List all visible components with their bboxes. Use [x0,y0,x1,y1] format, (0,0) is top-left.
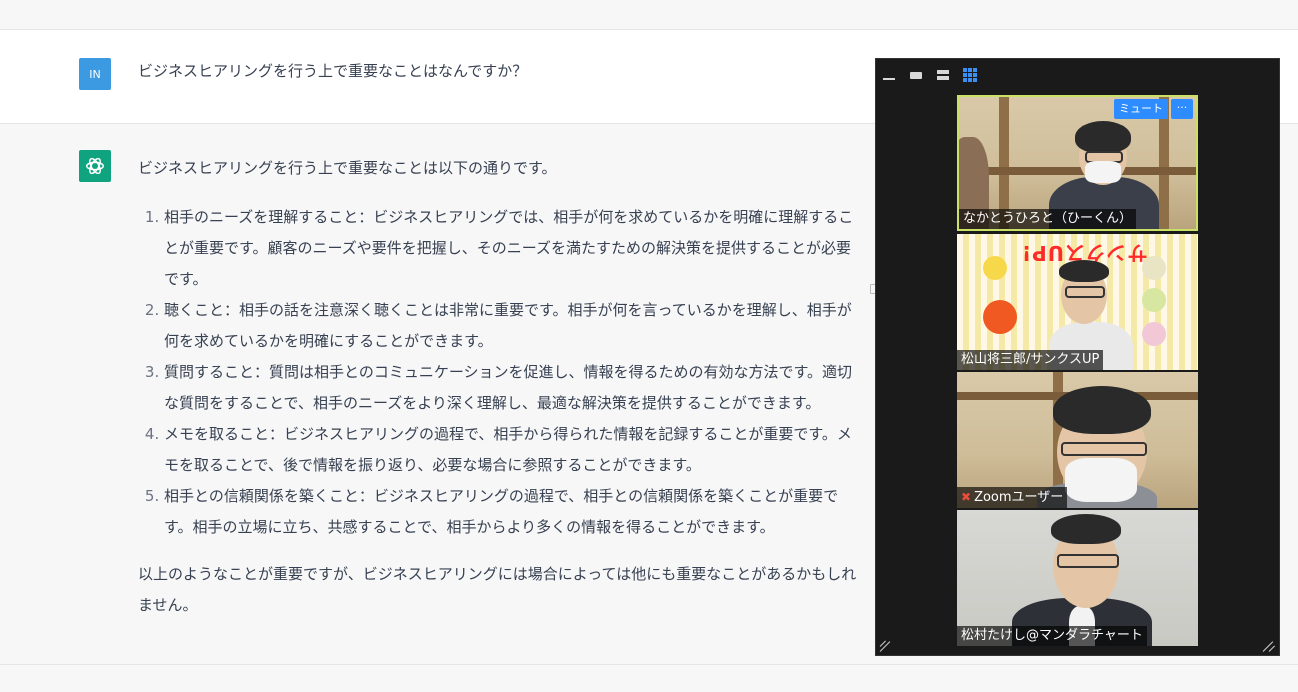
answer-list: 相手のニーズを理解すること：ビジネスヒアリングでは、相手が何を求めているかを明確… [138,202,860,543]
assistant-answer: ビジネスヒアリングを行う上で重要なことは以下の通りです。 相手のニーズを理解する… [138,153,860,621]
list-item: 質問すること：質問は相手とのコミュニケーションを促進し、情報を得るための有効な方… [164,357,860,419]
list-item: メモを取ること：ビジネスヒアリングの過程で、相手から得られた情報を記録することが… [164,419,860,481]
list-item: 聴くこと：相手の話を注意深く聴くことは非常に重要です。相手が何を言っているかを理… [164,295,860,357]
resize-handle-icon[interactable] [1262,639,1276,652]
resize-handle-icon[interactable] [879,639,892,652]
participant-name: 松山将三郎/サンクスUP [957,350,1104,370]
participant-tile-1[interactable]: ミュート ··· なかとうひろと（ひーくん） [957,95,1198,231]
top-strip [0,0,1298,30]
participant-tile-2[interactable]: サンクスUP! 松山将三郎/サンクスUP [957,234,1198,370]
participant-tile-3[interactable]: ✖ Zoomユーザー [957,372,1198,508]
participant-name: Zoomユーザー [974,490,1064,505]
participant-tile-4[interactable]: 松村たけし@マンダラチャート [957,510,1198,646]
zoom-view-toolbar [882,67,977,83]
participant-name-tag: ✖ Zoomユーザー [957,487,1068,508]
strip-view-icon[interactable] [936,69,950,81]
user-question-text: ビジネスヒアリングを行う上で重要なことはなんですか？ [138,62,528,80]
list-item: 相手との信頼関係を築くこと：ビジネスヒアリングの過程で、相手との信頼関係を築くこ… [164,481,860,543]
answer-intro: ビジネスヒアリングを行う上で重要なことは以下の通りです。 [138,159,557,177]
participant-name: 松村たけし@マンダラチャート [957,626,1147,646]
minimize-icon[interactable] [882,69,896,81]
gallery-view-icon[interactable] [963,68,977,82]
answer-conclusion: 以上のようなことが重要ですが、ビジネスヒアリングには場合によっては他にも重要なこ… [138,565,857,614]
mic-off-icon: ✖ [961,490,972,504]
openai-icon [86,157,104,175]
mute-button[interactable]: ミュート [1114,99,1168,119]
participant-name: なかとうひろと（ひーくん） [959,209,1137,229]
more-options-button[interactable]: ··· [1171,99,1193,119]
speaker-view-icon[interactable] [909,69,923,81]
zoom-gallery-window[interactable]: ミュート ··· なかとうひろと（ひーくん） サンクスUP! 松山将三郎/サンク… [875,58,1280,656]
user-avatar: IN [79,58,111,90]
list-item: 相手のニーズを理解すること：ビジネスヒアリングでは、相手が何を求めているかを明確… [164,202,860,295]
chatgpt-logo-icon [79,150,111,182]
